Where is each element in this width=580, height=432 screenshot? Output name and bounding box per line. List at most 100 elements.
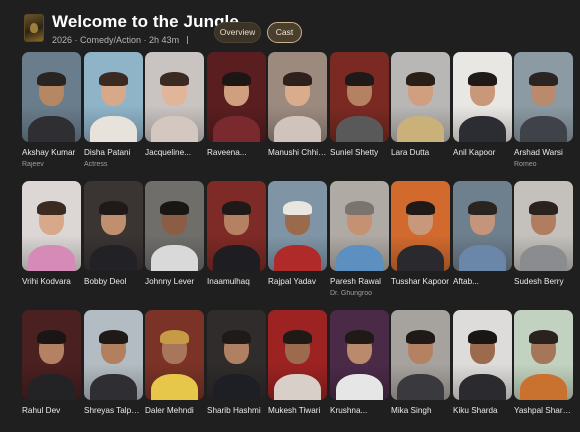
photo-hair <box>99 201 128 215</box>
cast-card[interactable]: Aftab... <box>453 181 512 286</box>
cast-name[interactable]: Lara Dutta <box>391 148 450 157</box>
cast-photo[interactable] <box>453 52 512 142</box>
cast-card[interactable]: Vrihi Kodvara <box>22 181 81 286</box>
cast-photo[interactable] <box>391 310 450 400</box>
cast-card[interactable]: Rahul Dev <box>22 310 81 415</box>
cast-card[interactable]: Daler Mehndi <box>145 310 204 415</box>
cast-photo[interactable] <box>84 52 143 142</box>
cast-card[interactable]: Jacqueline... <box>145 52 204 157</box>
photo-body <box>459 116 506 142</box>
cast-photo[interactable] <box>391 181 450 271</box>
cast-photo[interactable] <box>268 310 327 400</box>
cast-role: Rajeev <box>22 161 44 168</box>
cast-name[interactable]: Yashpal Sharma <box>514 406 573 415</box>
cast-card[interactable]: Inaamulhaq <box>207 181 266 286</box>
cast-name[interactable]: Shreyas Talpade <box>84 406 143 415</box>
cast-photo[interactable] <box>453 310 512 400</box>
cast-photo[interactable] <box>330 310 389 400</box>
tab-overview[interactable]: Overview <box>214 22 261 43</box>
cast-name[interactable]: Tusshar Kapoor <box>391 277 450 286</box>
photo-body <box>28 116 75 142</box>
cast-name[interactable]: Sharib Hashmi <box>207 406 266 415</box>
cast-photo[interactable] <box>145 52 204 142</box>
cast-photo[interactable] <box>145 181 204 271</box>
cast-role: Actress <box>84 161 108 168</box>
cast-photo[interactable] <box>391 52 450 142</box>
photo-hair <box>222 330 251 344</box>
cast-photo[interactable] <box>514 310 573 400</box>
cast-photo[interactable] <box>268 181 327 271</box>
movie-meta: 2026 · Comedy/Action · 2h 43m <box>52 35 189 45</box>
cast-name[interactable]: Daler Mehndi <box>145 406 204 415</box>
cast-name[interactable]: Manushi Chhillar <box>268 148 327 157</box>
cast-name[interactable]: Raveena... <box>207 148 266 157</box>
cast-photo[interactable] <box>514 52 573 142</box>
cast-name[interactable]: Suniel Shetty <box>330 148 389 157</box>
cast-photo[interactable] <box>84 181 143 271</box>
photo-body <box>90 245 137 271</box>
cast-name[interactable]: Mukesh Tiwari <box>268 406 327 415</box>
cast-name[interactable]: Mika Singh <box>391 406 450 415</box>
cast-photo[interactable] <box>84 310 143 400</box>
cast-name[interactable]: Disha Patani <box>84 148 143 157</box>
cast-name[interactable]: Sudesh Berry <box>514 277 573 286</box>
photo-body <box>520 116 567 142</box>
cast-name[interactable]: Rajpal Yadav <box>268 277 327 286</box>
cast-photo[interactable] <box>330 52 389 142</box>
cast-photo[interactable] <box>22 52 81 142</box>
cast-name[interactable]: Johnny Lever <box>145 277 204 286</box>
cast-card[interactable]: Yashpal Sharma <box>514 310 573 415</box>
cast-card[interactable]: Suniel Shetty <box>330 52 389 157</box>
cast-card[interactable]: Akshay Kumar Rajeev <box>22 52 81 168</box>
cast-name[interactable]: Akshay Kumar <box>22 148 81 157</box>
cast-photo[interactable] <box>145 310 204 400</box>
cast-name[interactable]: Inaamulhaq <box>207 277 266 286</box>
cast-card[interactable]: Manushi Chhillar <box>268 52 327 157</box>
cast-card[interactable]: Mika Singh <box>391 310 450 415</box>
cast-card[interactable]: Shreyas Talpade <box>84 310 143 415</box>
cast-name[interactable]: Vrihi Kodvara <box>22 277 81 286</box>
cast-card[interactable]: Johnny Lever <box>145 181 204 286</box>
photo-body <box>336 245 383 271</box>
cast-card[interactable]: Disha Patani Actress <box>84 52 143 168</box>
cast-photo[interactable] <box>330 181 389 271</box>
cast-card[interactable]: Anil Kapoor <box>453 52 512 157</box>
cast-photo[interactable] <box>514 181 573 271</box>
cast-card[interactable]: Paresh Rawal Dr. Ghungroo <box>330 181 389 297</box>
photo-hair <box>283 330 312 344</box>
cast-card[interactable]: Bobby Deol <box>84 181 143 286</box>
cast-card[interactable]: Sudesh Berry <box>514 181 573 286</box>
cast-name[interactable]: Bobby Deol <box>84 277 143 286</box>
cast-card[interactable]: Mukesh Tiwari <box>268 310 327 415</box>
cast-name[interactable]: Jacqueline... <box>145 148 204 157</box>
cast-name[interactable]: Anil Kapoor <box>453 148 512 157</box>
cast-card[interactable]: Kiku Sharda <box>453 310 512 415</box>
cast-photo[interactable] <box>22 181 81 271</box>
cast-photo[interactable] <box>207 181 266 271</box>
cast-photo[interactable] <box>268 52 327 142</box>
photo-body <box>397 374 444 400</box>
cast-photo[interactable] <box>453 181 512 271</box>
cast-name[interactable]: Krushna... <box>330 406 389 415</box>
cast-card[interactable]: Tusshar Kapoor <box>391 181 450 286</box>
tab-cast[interactable]: Cast <box>267 22 302 43</box>
movie-poster-icon[interactable] <box>24 14 44 42</box>
cast-name[interactable]: Paresh Rawal <box>330 277 389 286</box>
cast-photo[interactable] <box>207 52 266 142</box>
photo-body <box>274 245 321 271</box>
cast-card[interactable]: Krushna... <box>330 310 389 415</box>
cast-card[interactable]: Rajpal Yadav <box>268 181 327 286</box>
cast-card[interactable]: Arshad Warsi Romeo <box>514 52 573 168</box>
cast-photo[interactable] <box>22 310 81 400</box>
cast-name[interactable]: Aftab... <box>453 277 512 286</box>
cast-card[interactable]: Lara Dutta <box>391 52 450 157</box>
cast-name[interactable]: Arshad Warsi <box>514 148 573 157</box>
cast-card[interactable]: Raveena... <box>207 52 266 157</box>
cast-name[interactable]: Kiku Sharda <box>453 406 512 415</box>
cast-card[interactable]: Sharib Hashmi <box>207 310 266 415</box>
photo-hair <box>468 330 497 344</box>
movie-meta-text: 2026 · Comedy/Action · 2h 43m <box>52 35 180 45</box>
cast-name[interactable]: Rahul Dev <box>22 406 81 415</box>
cast-photo[interactable] <box>207 310 266 400</box>
photo-body <box>213 374 260 400</box>
